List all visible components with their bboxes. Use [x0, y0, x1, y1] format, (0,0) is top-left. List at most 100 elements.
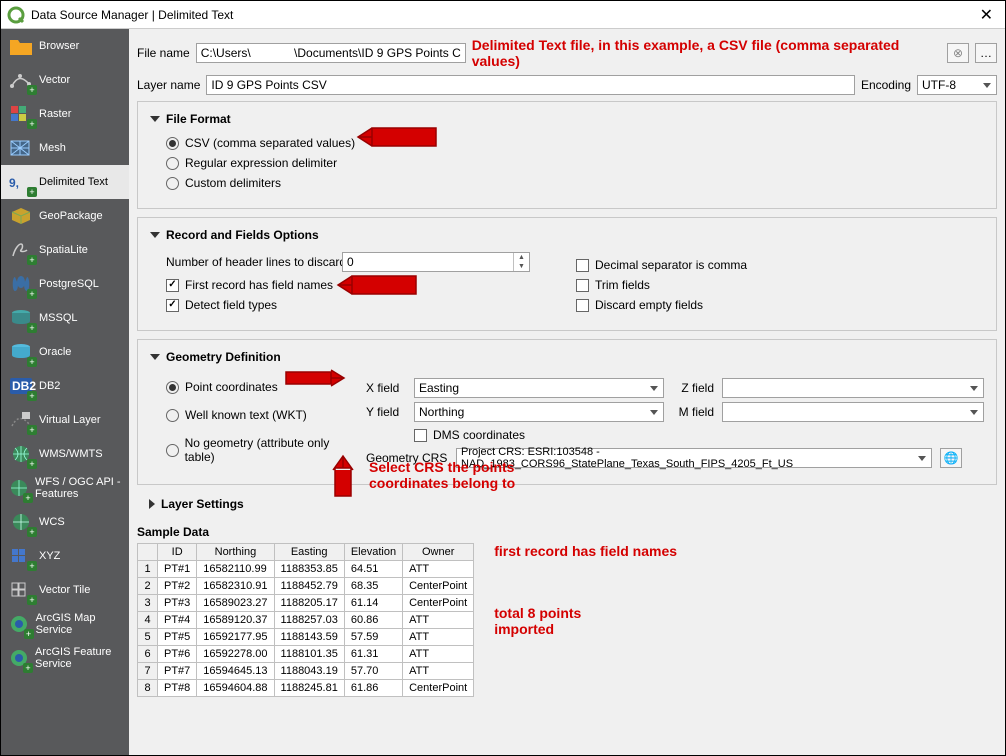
- svg-text:9,: 9,: [9, 176, 19, 190]
- sidebar-item-xyz[interactable]: +XYZ: [1, 539, 129, 573]
- titlebar: Data Source Manager | Delimited Text ✕: [1, 1, 1005, 29]
- discard-label: Number of header lines to discard: [166, 255, 336, 269]
- xyz-icon: +: [7, 543, 35, 569]
- sidebar-item-raster[interactable]: +Raster: [1, 97, 129, 131]
- file-format-header[interactable]: File Format: [150, 112, 984, 126]
- sidebar-item-spatialite[interactable]: +SpatiaLite: [1, 233, 129, 267]
- radio-icon: [166, 381, 179, 394]
- regex-radio[interactable]: Regular expression delimiter: [166, 156, 984, 170]
- record-fields-panel: Record and Fields Options Number of head…: [137, 217, 997, 331]
- encoding-label: Encoding: [861, 78, 911, 92]
- postgresql-icon: +: [7, 271, 35, 297]
- chevron-down-icon: [150, 116, 160, 122]
- wkt-radio[interactable]: Well known text (WKT): [166, 408, 356, 422]
- sidebar-item-vector-tile[interactable]: +Vector Tile: [1, 573, 129, 607]
- sidebar-item-oracle[interactable]: +Oracle: [1, 335, 129, 369]
- clear-file-button[interactable]: ⊗: [947, 43, 969, 63]
- db2-icon: DB2+: [7, 373, 35, 399]
- zfield-label: Z field: [672, 381, 714, 395]
- spin-up-icon[interactable]: ▲: [514, 253, 529, 262]
- sidebar-item-wms[interactable]: +WMS/WMTS: [1, 437, 129, 471]
- mssql-icon: +: [7, 305, 35, 331]
- browse-button[interactable]: …: [975, 43, 997, 63]
- delimited-text-icon: 9,+: [7, 169, 35, 195]
- radio-icon: [166, 444, 179, 457]
- raster-icon: +: [7, 101, 35, 127]
- vector-icon: +: [7, 67, 35, 93]
- radio-icon: [166, 177, 179, 190]
- table-row[interactable]: 1PT#116582110.991188353.8564.51ATT: [138, 561, 474, 578]
- table-row[interactable]: 8PT#816594604.881188245.8161.86CenterPoi…: [138, 680, 474, 697]
- layer-settings-header[interactable]: Layer Settings: [137, 493, 997, 515]
- discard-empty-check[interactable]: Discard empty fields: [576, 298, 747, 312]
- decimal-comma-check[interactable]: Decimal separator is comma: [576, 258, 747, 272]
- crs-select-button[interactable]: 🌐: [940, 448, 962, 468]
- encoding-dropdown[interactable]: UTF-8: [917, 75, 997, 95]
- csv-radio[interactable]: CSV (comma separated values): [166, 136, 984, 150]
- dms-check[interactable]: DMS coordinates: [414, 428, 984, 442]
- spin-down-icon[interactable]: ▼: [514, 262, 529, 271]
- sidebar-item-postgresql[interactable]: +PostgreSQL: [1, 267, 129, 301]
- detect-types-check[interactable]: Detect field types: [166, 298, 546, 312]
- table-row[interactable]: 4PT#416589120.371188257.0360.86ATT: [138, 612, 474, 629]
- close-icon: ⊗: [953, 46, 963, 60]
- radio-icon: [166, 409, 179, 422]
- table-row[interactable]: 2PT#216582310.911188452.7968.35CenterPoi…: [138, 578, 474, 595]
- yfield-label: Y field: [366, 405, 406, 419]
- table-row[interactable]: 7PT#716594645.131188043.1957.70ATT: [138, 663, 474, 680]
- sidebar-item-arcgis-feature[interactable]: +ArcGIS Feature Service: [1, 641, 129, 675]
- annotation-header-names: first record has field names: [494, 543, 677, 559]
- sidebar-item-wcs[interactable]: +WCS: [1, 505, 129, 539]
- table-row[interactable]: 5PT#516592177.951188143.5957.59ATT: [138, 629, 474, 646]
- yfield-dropdown[interactable]: Northing: [414, 402, 664, 422]
- annotation-total-points: total 8 pointsimported: [494, 605, 677, 637]
- sample-data-label: Sample Data: [137, 525, 997, 539]
- sidebar-item-geopackage[interactable]: GeoPackage: [1, 199, 129, 233]
- no-geometry-radio[interactable]: No geometry (attribute only table): [166, 436, 356, 464]
- zfield-dropdown[interactable]: [722, 378, 984, 398]
- mfield-dropdown[interactable]: [722, 402, 984, 422]
- xfield-label: X field: [366, 381, 406, 395]
- wfs-icon: +: [7, 475, 31, 501]
- sample-data-table: IDNorthingEastingElevationOwner 1PT#1165…: [137, 543, 474, 697]
- sidebar-item-arcgis-map[interactable]: +ArcGIS Map Service: [1, 607, 129, 641]
- mfield-label: M field: [672, 405, 714, 419]
- vector-tile-icon: +: [7, 577, 35, 603]
- xfield-dropdown[interactable]: Easting: [414, 378, 664, 398]
- close-button[interactable]: ✕: [974, 5, 999, 25]
- crs-label: Geometry CRS: [366, 451, 448, 465]
- table-row[interactable]: 6PT#616592278.001188101.3561.31ATT: [138, 646, 474, 663]
- chevron-down-icon: [150, 232, 160, 238]
- table-row[interactable]: 3PT#316589023.271188205.1761.14CenterPoi…: [138, 595, 474, 612]
- record-fields-header[interactable]: Record and Fields Options: [150, 228, 984, 242]
- sidebar-item-delimited-text[interactable]: 9,+Delimited Text: [1, 165, 129, 199]
- point-coords-radio[interactable]: Point coordinates: [166, 380, 356, 394]
- layer-name-label: Layer name: [137, 78, 200, 92]
- checkbox-icon: [414, 429, 427, 442]
- discard-spinner[interactable]: ▲▼: [342, 252, 530, 272]
- trim-fields-check[interactable]: Trim fields: [576, 278, 747, 292]
- first-record-check[interactable]: First record has field names: [166, 278, 546, 292]
- window-title: Data Source Manager | Delimited Text: [31, 8, 974, 22]
- globe-icon: 🌐: [944, 451, 959, 465]
- sidebar-item-browser[interactable]: Browser: [1, 29, 129, 63]
- custom-radio[interactable]: Custom delimiters: [166, 176, 984, 190]
- geopackage-icon: [7, 203, 35, 229]
- arcgis-feature-icon: +: [7, 645, 31, 671]
- sidebar-item-wfs[interactable]: +WFS / OGC API - Features: [1, 471, 129, 505]
- crs-dropdown[interactable]: Project CRS: ESRI:103548 - NAD_1983_CORS…: [456, 448, 932, 468]
- geometry-header[interactable]: Geometry Definition: [150, 350, 984, 364]
- layer-name-input[interactable]: [206, 75, 855, 95]
- checkbox-icon: [166, 279, 179, 292]
- file-name-input[interactable]: [196, 43, 466, 63]
- sidebar-item-virtual-layer[interactable]: +Virtual Layer: [1, 403, 129, 437]
- sidebar-item-mssql[interactable]: +MSSQL: [1, 301, 129, 335]
- folder-icon: [7, 33, 35, 59]
- file-format-panel: File Format CSV (comma separated values)…: [137, 101, 997, 209]
- checkbox-icon: [576, 279, 589, 292]
- sidebar-item-vector[interactable]: +Vector: [1, 63, 129, 97]
- sidebar-item-db2[interactable]: DB2+DB2: [1, 369, 129, 403]
- spatialite-icon: +: [7, 237, 35, 263]
- file-name-label: File name: [137, 46, 190, 60]
- sidebar-item-mesh[interactable]: Mesh: [1, 131, 129, 165]
